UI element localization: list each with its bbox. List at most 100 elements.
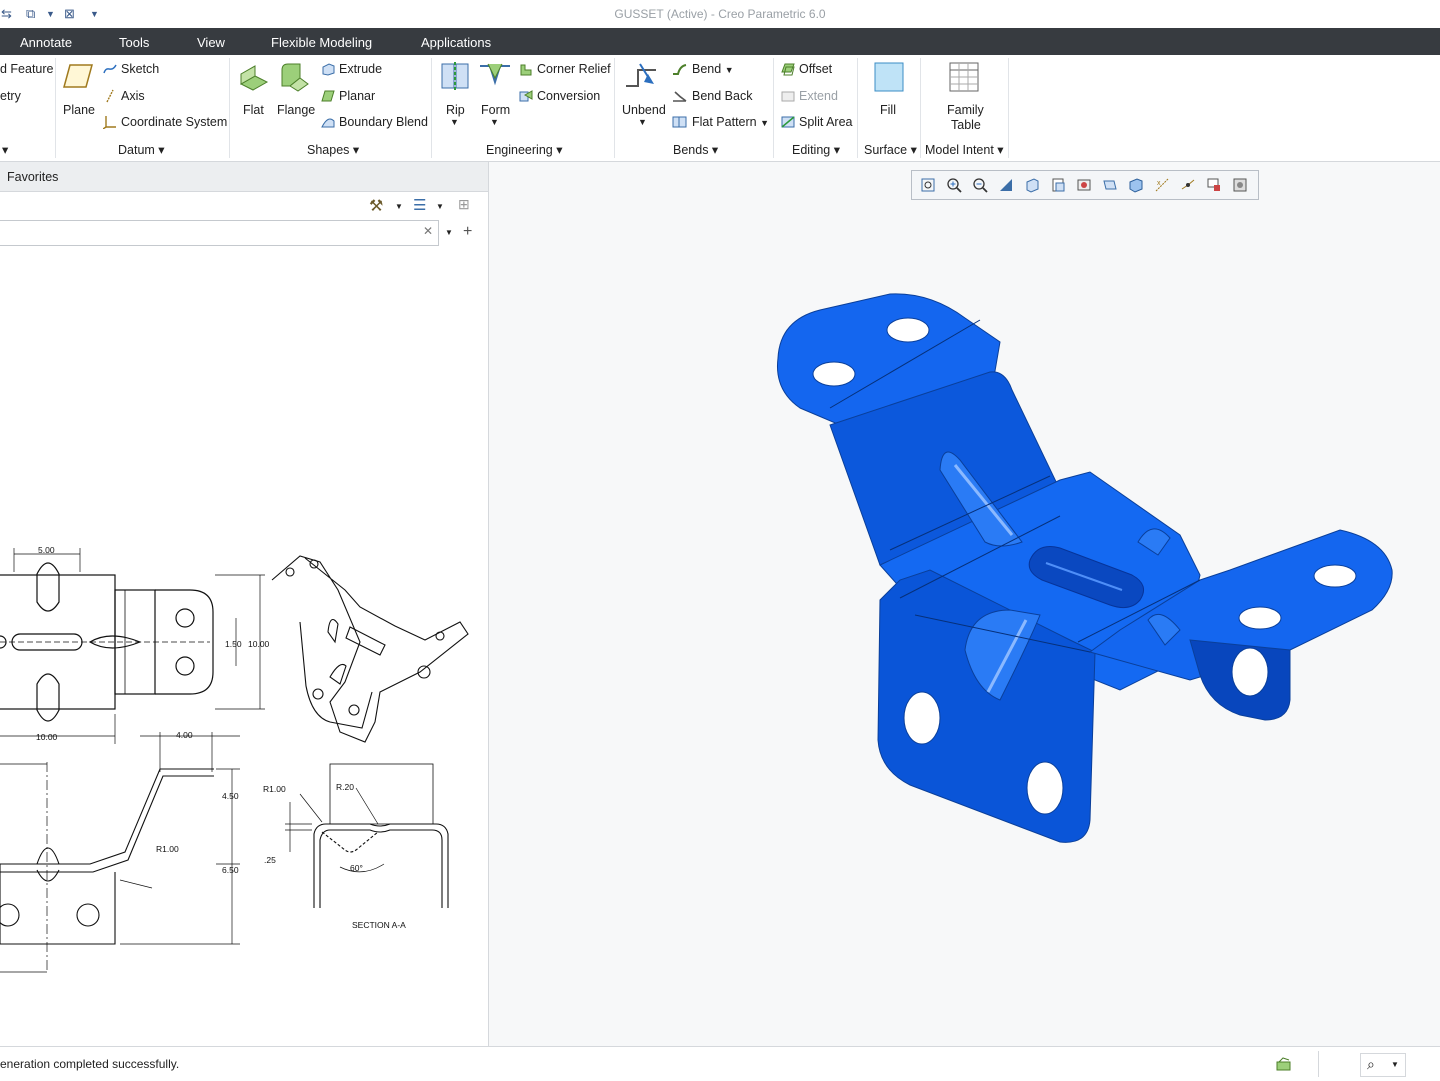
fill-icon [874,62,904,95]
fill-button[interactable]: Fill [880,103,896,117]
shapes-group-label[interactable]: Shapes ▾ [307,142,359,157]
hole-icon [1026,761,1064,815]
repaint-icon[interactable] [998,177,1014,193]
tab-applications[interactable]: Applications [421,35,491,50]
zoom-out-icon[interactable] [972,177,988,193]
tab-annotate[interactable]: Annotate [20,35,72,50]
split-area-button[interactable]: Split Area [781,115,853,129]
form-button[interactable]: Form [481,103,510,117]
zoom-in-icon[interactable] [946,177,962,193]
perspective-icon[interactable] [1102,177,1118,193]
flat-pattern-button[interactable]: Flat Pattern ▼ [672,115,769,129]
conversion-button[interactable]: Conversion [519,89,600,103]
view-manager-icon[interactable] [1128,177,1144,193]
family-table-icon [949,62,979,95]
separator [431,58,432,158]
extrude-button[interactable]: Extrude [321,62,382,76]
flange-wall-icon [278,60,310,95]
family-table-button-line1[interactable]: Family [947,103,984,117]
coordinate-system-button[interactable]: Coordinate System [103,115,227,129]
drawing-preview: 5.00 1.50 10.00 10.00 4.00 4.50 6.50 R1.… [0,545,469,973]
window-title: GUSSET (Active) - Creo Parametric 6.0 [614,7,826,21]
tab-tools[interactable]: Tools [119,35,149,50]
conversion-icon [519,90,533,102]
axis-button[interactable]: Axis [103,89,145,103]
copy-geometry-button[interactable]: etry [0,89,21,103]
refit-icon[interactable] [920,177,936,193]
offset-button[interactable]: Offset [781,62,832,76]
list-dropdown-icon[interactable]: ▼ [436,202,444,211]
search-field[interactable]: ✕ [0,220,439,246]
sketch-button[interactable]: Sketch [103,62,159,76]
section-label: SECTION A-A [352,920,406,930]
separator [920,58,921,158]
hole-icon [903,691,941,745]
flange-button[interactable]: Flange [277,103,315,117]
dim-5-00: 5.00 [38,545,55,555]
find-button[interactable]: ⌕ ▼ [1360,1053,1406,1077]
tab-flexible-modeling[interactable]: Flexible Modeling [271,35,372,50]
rip-dropdown-icon[interactable]: ▼ [450,117,459,127]
search-input[interactable] [0,221,416,245]
dim-1-50: 1.50 [225,639,242,649]
filter-icon[interactable]: ⊞ [458,196,470,213]
surface-group-label[interactable]: Surface ▾ [864,142,917,157]
appearance-icon[interactable] [1232,177,1248,193]
boundary-blend-button[interactable]: Boundary Blend [321,115,428,129]
unbend-dropdown-icon[interactable]: ▼ [638,117,647,127]
rip-button[interactable]: Rip [446,103,465,117]
list-view-icon[interactable]: ☰ [413,196,426,214]
separator [55,58,56,158]
status-bar: eneration completed successfully. ⌕ ▼ [0,1046,1440,1081]
saved-views-icon[interactable] [1050,177,1066,193]
form-dropdown-icon[interactable]: ▼ [490,117,499,127]
dim-10-00-horizontal: 10.00 [36,732,58,742]
datum-display-icon[interactable]: x [1154,177,1170,193]
part-model-viewport [776,293,1393,843]
engineering-group-label[interactable]: Engineering ▾ [486,142,562,157]
rip-icon [439,60,471,95]
tools-dropdown-icon[interactable]: ▼ [395,202,403,211]
datum-group-label[interactable]: Datum ▾ [118,142,165,157]
form-icon [478,60,512,95]
hole-icon [1231,647,1269,697]
bends-group-label[interactable]: Bends ▾ [673,142,718,157]
editing-group-label[interactable]: Editing ▾ [792,142,840,157]
bend-back-button[interactable]: Bend Back [672,89,752,103]
chevron-down-icon: ▼ [1391,1060,1399,1069]
bend-button[interactable]: Bend ▼ [672,62,734,76]
tools-icon[interactable]: ⚒ [369,196,383,216]
saved-orientations-icon[interactable] [1024,177,1040,193]
unbend-button[interactable]: Unbend [622,103,666,117]
corner-relief-button[interactable]: Corner Relief [519,62,611,76]
boundary-blend-icon [321,118,335,128]
plane-icon [62,62,94,93]
tab-view[interactable]: View [197,35,225,50]
favorites-label[interactable]: Favorites [7,170,58,184]
spin-center-icon[interactable] [1180,177,1196,193]
ribbon-tabs: Annotate Tools View Flexible Modeling Ap… [0,28,1440,55]
browser-panel: Favorites ⚒ ▼ ☰ ▼ ⊞ ✕ ▼ + 5.00 1.50 10.0… [0,162,489,1046]
planar-button[interactable]: Planar [321,89,375,103]
search-dropdown-icon[interactable]: ▼ [445,228,453,237]
model-intent-group-label[interactable]: Model Intent ▾ [925,142,1004,157]
coordinate-system-icon [103,116,116,129]
hole-icon [1313,564,1357,588]
model-group-chevron[interactable]: ▾ [2,142,8,157]
hole-icon [886,317,930,343]
family-table-button-line2[interactable]: Table [951,118,981,132]
display-style-icon[interactable] [1076,177,1092,193]
corner-relief-icon [520,64,532,76]
add-icon[interactable]: + [463,223,472,241]
dim-4-00: 4.00 [176,730,193,740]
clear-search-icon[interactable]: ✕ [423,224,433,238]
user-defined-feature-button[interactable]: d Feature [0,62,54,76]
plane-button[interactable]: Plane [63,103,95,117]
extend-button[interactable]: Extend [781,89,838,103]
annotation-display-icon[interactable] [1206,177,1222,193]
regen-status-icon[interactable] [1275,1056,1293,1072]
flat-button[interactable]: Flat [243,103,264,117]
hole-icon [1238,606,1282,630]
separator [614,58,615,158]
dim-r1-00-section: R1.00 [263,784,286,794]
